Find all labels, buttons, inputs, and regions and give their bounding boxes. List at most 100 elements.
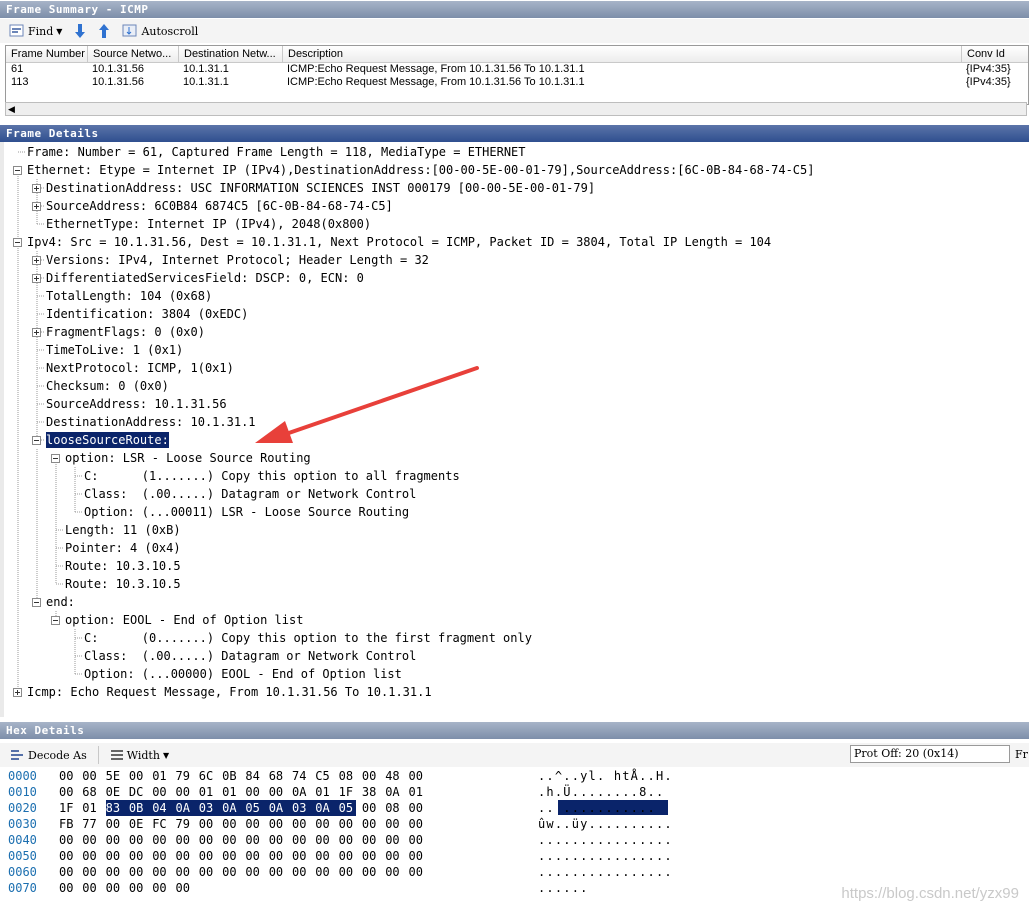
- collapse-icon[interactable]: [51, 454, 60, 463]
- width-button[interactable]: Width ▼: [107, 745, 172, 765]
- hex-byte[interactable]: 00: [106, 816, 126, 832]
- hex-byte[interactable]: 00: [385, 832, 405, 848]
- hex-byte[interactable]: 00: [152, 864, 172, 880]
- hex-byte[interactable]: 00: [129, 864, 149, 880]
- hex-byte[interactable]: 00: [315, 864, 335, 880]
- hex-byte[interactable]: 00: [129, 880, 149, 896]
- find-button[interactable]: Find ▼: [6, 21, 65, 41]
- expand-icon[interactable]: [13, 688, 22, 697]
- hex-byte[interactable]: 00: [106, 880, 126, 896]
- hex-byte[interactable]: 00: [245, 816, 265, 832]
- hex-byte[interactable]: 00: [339, 864, 359, 880]
- tree-node-lsr-option-number[interactable]: Option: (...00011) LSR - Loose Source Ro…: [84, 503, 409, 521]
- hex-byte[interactable]: 00: [59, 864, 79, 880]
- hex-byte[interactable]: 00: [106, 832, 126, 848]
- next-button[interactable]: [71, 21, 89, 41]
- expand-icon[interactable]: [32, 256, 41, 265]
- tree-node-lsr-copy-flag[interactable]: C: (1.......) Copy this option to all fr…: [84, 467, 460, 485]
- hex-ascii[interactable]: ûw..üy..........: [538, 816, 673, 832]
- tree-node-source-address[interactable]: SourceAddress: 6C0B84 6874C5 [6C-0B-84-6…: [46, 197, 393, 215]
- tree-node-ttl[interactable]: TimeToLive: 1 (0x1): [46, 341, 183, 359]
- hex-byte[interactable]: 00: [176, 784, 196, 800]
- tree-node-icmp[interactable]: Icmp: Echo Request Message, From 10.1.31…: [27, 683, 432, 701]
- hex-byte[interactable]: 00: [385, 816, 405, 832]
- hex-byte[interactable]: 00: [292, 816, 312, 832]
- hex-byte[interactable]: 00: [269, 816, 289, 832]
- hex-byte[interactable]: 0A: [268, 800, 293, 816]
- hex-byte[interactable]: 01: [82, 800, 102, 816]
- tree-node-dsfield[interactable]: DifferentiatedServicesField: DSCP: 0, EC…: [46, 269, 364, 287]
- horizontal-scrollbar[interactable]: ◀: [5, 102, 1027, 116]
- hex-byte[interactable]: 00: [269, 864, 289, 880]
- hex-byte[interactable]: 6C: [199, 768, 219, 784]
- hex-byte[interactable]: 00: [409, 832, 429, 848]
- tree-node-checksum[interactable]: Checksum: 0 (0x0): [46, 377, 169, 395]
- hex-byte[interactable]: 01: [152, 768, 172, 784]
- hex-byte[interactable]: 03: [292, 800, 316, 816]
- hex-byte[interactable]: 03: [198, 800, 223, 816]
- hex-byte[interactable]: 00: [269, 784, 289, 800]
- hex-byte[interactable]: 00: [315, 816, 335, 832]
- hex-byte[interactable]: C5: [315, 768, 335, 784]
- hex-byte[interactable]: 00: [199, 848, 219, 864]
- hex-byte[interactable]: 00: [59, 784, 79, 800]
- hex-byte[interactable]: 0A: [292, 784, 312, 800]
- collapse-icon[interactable]: [13, 166, 22, 175]
- scroll-left-icon[interactable]: ◀: [8, 103, 15, 115]
- tree-node-fragment-flags[interactable]: FragmentFlags: 0 (0x0): [46, 323, 205, 341]
- hex-byte[interactable]: 00: [222, 864, 242, 880]
- hex-byte[interactable]: FC: [152, 816, 172, 832]
- hex-byte[interactable]: 0A: [222, 800, 247, 816]
- hex-byte[interactable]: 00: [362, 768, 382, 784]
- tree-node-eool-copy-flag[interactable]: C: (0.......) Copy this option to the fi…: [84, 629, 532, 647]
- hex-byte[interactable]: 00: [106, 848, 126, 864]
- hex-byte[interactable]: 00: [82, 880, 102, 896]
- hex-byte[interactable]: 00: [409, 864, 429, 880]
- hex-byte[interactable]: 00: [292, 848, 312, 864]
- hex-byte[interactable]: 00: [339, 832, 359, 848]
- hex-byte[interactable]: 00: [292, 832, 312, 848]
- hex-byte[interactable]: 74: [292, 768, 312, 784]
- hex-byte[interactable]: 00: [362, 816, 382, 832]
- hex-byte[interactable]: 5E: [106, 768, 126, 784]
- hex-byte[interactable]: 00: [362, 864, 382, 880]
- hex-byte[interactable]: 00: [385, 864, 405, 880]
- tree-node-route[interactable]: Route: 10.3.10.5: [65, 575, 181, 593]
- previous-button[interactable]: [95, 21, 113, 41]
- tree-node-ip-destination[interactable]: DestinationAddress: 10.1.31.1: [46, 413, 256, 431]
- hex-byte[interactable]: 00: [152, 848, 172, 864]
- column-description[interactable]: Description: [283, 46, 962, 62]
- hex-byte[interactable]: 00: [106, 864, 126, 880]
- hex-byte[interactable]: 05: [245, 800, 270, 816]
- hex-ascii[interactable]: .. ...........: [538, 800, 656, 816]
- hex-byte[interactable]: 79: [176, 816, 196, 832]
- hex-byte[interactable]: 0A: [315, 800, 340, 816]
- tree-node-identification[interactable]: Identification: 3804 (0xEDC): [46, 305, 248, 323]
- hex-byte[interactable]: 00: [59, 880, 79, 896]
- hex-byte[interactable]: 68: [82, 784, 102, 800]
- hex-byte[interactable]: 04: [152, 800, 177, 816]
- tree-node-total-length[interactable]: TotalLength: 104 (0x68): [46, 287, 212, 305]
- hex-byte[interactable]: 00: [176, 864, 196, 880]
- hex-byte[interactable]: 0A: [385, 784, 405, 800]
- expand-icon[interactable]: [32, 274, 41, 283]
- tree-node-ipv4[interactable]: Ipv4: Src = 10.1.31.56, Dest = 10.1.31.1…: [27, 233, 771, 251]
- hex-byte[interactable]: 00: [409, 816, 429, 832]
- column-conv-id[interactable]: Conv Id: [962, 46, 1025, 62]
- hex-ascii[interactable]: ................: [538, 864, 673, 880]
- hex-byte[interactable]: 00: [222, 816, 242, 832]
- hex-byte[interactable]: 00: [245, 864, 265, 880]
- tree-node-frame[interactable]: Frame: Number = 61, Captured Frame Lengt…: [27, 143, 526, 161]
- hex-byte[interactable]: 00: [269, 848, 289, 864]
- tree-node-dest-address[interactable]: DestinationAddress: USC INFORMATION SCIE…: [46, 179, 595, 197]
- expand-icon[interactable]: [32, 202, 41, 211]
- hex-byte[interactable]: 0E: [106, 784, 126, 800]
- tree-node-versions[interactable]: Versions: IPv4, Internet Protocol; Heade…: [46, 251, 429, 269]
- decode-as-button[interactable]: Decode As: [6, 745, 90, 765]
- tree-node-lsr-length[interactable]: Length: 11 (0xB): [65, 521, 181, 539]
- hex-byte[interactable]: 08: [339, 768, 359, 784]
- hex-byte[interactable]: 01: [315, 784, 335, 800]
- hex-byte[interactable]: 00: [82, 848, 102, 864]
- hex-byte[interactable]: 1F: [339, 784, 359, 800]
- hex-byte[interactable]: 01: [222, 784, 242, 800]
